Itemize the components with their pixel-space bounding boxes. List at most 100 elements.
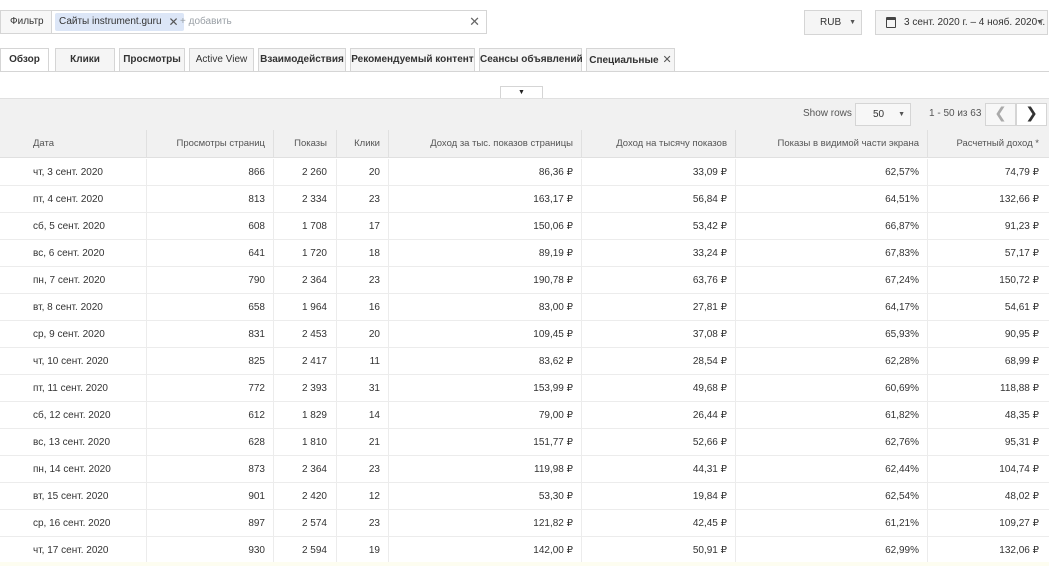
currency-value: RUB — [820, 17, 842, 28]
cell-page-rpm: 109,45 ₽ — [533, 329, 573, 340]
filter-input-box[interactable]: Сайты instrument.guru ✕ + добавить ✕ — [52, 10, 487, 34]
column-header-impressions[interactable]: Показы — [294, 130, 327, 158]
cell-impressions: 1 708 — [301, 221, 327, 232]
cell-date: вт, 15 сент. 2020 — [33, 491, 109, 502]
column-divider — [927, 321, 928, 348]
column-header-page-rpm[interactable]: Доход за тыс. показов страницы — [430, 130, 573, 158]
cell-page-rpm: 83,62 ₽ — [538, 356, 573, 367]
column-divider — [581, 348, 582, 375]
cell-date: пт, 11 сент. 2020 — [33, 383, 108, 394]
column-divider — [735, 159, 736, 186]
show-rows-label: Show rows — [803, 108, 852, 119]
prev-page-button[interactable]: ❮ — [985, 103, 1016, 126]
tab-views[interactable]: Просмотры — [119, 48, 185, 72]
cell-impressions: 2 364 — [301, 464, 327, 475]
column-header-impression-rpm[interactable]: Доход на тысячу показов — [616, 130, 727, 158]
chevron-down-icon: ▼ — [898, 111, 905, 118]
column-divider — [735, 483, 736, 510]
cell-clicks: 31 — [368, 383, 380, 394]
cell-impression-rpm: 52,66 ₽ — [692, 437, 727, 448]
column-divider — [581, 456, 582, 483]
tab-clicks[interactable]: Клики — [55, 48, 115, 72]
column-divider — [735, 456, 736, 483]
column-divider — [336, 213, 337, 240]
rows-per-page-select[interactable]: 50 ▼ — [855, 103, 911, 126]
cell-clicks: 23 — [368, 518, 380, 529]
column-divider — [146, 294, 147, 321]
cell-page-rpm: 86,36 ₽ — [538, 167, 573, 178]
cell-page-rpm: 190,78 ₽ — [533, 275, 573, 286]
filter-chip-label: Сайты instrument.guru — [59, 16, 162, 27]
tab-recommended-content[interactable]: Рекомендуемый контент — [350, 48, 475, 72]
column-divider — [336, 375, 337, 402]
cell-impression-rpm: 27,81 ₽ — [692, 302, 727, 313]
cell-viewability: 61,82% — [885, 410, 919, 421]
cell-impressions: 1 810 — [301, 437, 327, 448]
column-divider — [273, 348, 274, 375]
column-divider — [735, 186, 736, 213]
column-header-estimated-earnings[interactable]: Расчетный доход * — [956, 130, 1039, 158]
tab-interactions[interactable]: Взаимодействия — [258, 48, 346, 72]
cell-page-views: 772 — [248, 383, 265, 394]
column-divider — [927, 375, 928, 402]
column-divider — [336, 321, 337, 348]
column-divider — [735, 267, 736, 294]
column-divider — [273, 402, 274, 429]
cell-impressions: 2 334 — [301, 194, 327, 205]
cell-clicks: 12 — [368, 491, 380, 502]
cell-impression-rpm: 63,76 ₽ — [692, 275, 727, 286]
cell-estimated-earnings: 132,66 ₽ — [999, 194, 1039, 205]
cell-date: чт, 17 сент. 2020 — [33, 545, 109, 556]
cell-page-rpm: 153,99 ₽ — [533, 383, 573, 394]
close-icon[interactable]: ✕ — [168, 13, 178, 31]
column-divider — [735, 537, 736, 564]
cell-page-views: 612 — [248, 410, 265, 421]
column-header-viewability[interactable]: Показы в видимой части экрана — [777, 130, 919, 158]
cell-estimated-earnings: 118,88 ₽ — [1000, 383, 1039, 394]
date-range-picker[interactable]: 3 сент. 2020 г. – 4 нояб. 2020 г. ▼ — [875, 10, 1048, 35]
column-divider — [927, 294, 928, 321]
column-divider — [146, 321, 147, 348]
cell-page-rpm: 150,06 ₽ — [533, 221, 573, 232]
column-divider — [146, 267, 147, 294]
close-icon[interactable]: ✕ — [663, 54, 672, 66]
cell-page-views: 930 — [248, 545, 265, 556]
table-row: ср, 9 сент. 2020 831 2 453 20 109,45 ₽ 37,08 … — [0, 321, 1049, 348]
column-divider — [336, 130, 337, 158]
column-divider — [273, 213, 274, 240]
column-divider — [388, 186, 389, 213]
cell-impressions: 2 594 — [301, 545, 327, 556]
cell-page-rpm: 119,98 ₽ — [534, 464, 573, 475]
cell-impressions: 2 417 — [301, 356, 327, 367]
column-divider — [336, 537, 337, 564]
currency-select[interactable]: RUB ▼ — [804, 10, 862, 35]
tab-custom[interactable]: Специальные ✕ — [586, 48, 675, 72]
tab-ad-sessions[interactable]: Сеансы объявлений — [479, 48, 583, 72]
cell-impressions: 1 720 — [301, 248, 327, 259]
column-divider — [146, 130, 147, 158]
cell-page-rpm: 151,77 ₽ — [533, 437, 573, 448]
filter-chip-sites[interactable]: Сайты instrument.guru ✕ — [55, 13, 184, 31]
cell-viewability: 64,17% — [885, 302, 919, 313]
tab-active-view[interactable]: Active View — [189, 48, 254, 72]
cell-impression-rpm: 33,09 ₽ — [692, 167, 727, 178]
cell-estimated-earnings: 54,61 ₽ — [1004, 302, 1039, 313]
column-header-clicks[interactable]: Клики — [354, 130, 380, 158]
column-divider — [735, 130, 736, 158]
cell-date: чт, 10 сент. 2020 — [33, 356, 109, 367]
tab-overview[interactable]: Обзор — [0, 48, 49, 72]
cell-page-views: 831 — [248, 329, 265, 340]
next-page-button[interactable]: ❯ — [1016, 103, 1047, 126]
clear-filters-icon[interactable]: ✕ — [469, 11, 480, 33]
column-header-date[interactable]: Дата — [33, 130, 54, 158]
column-divider — [927, 130, 928, 158]
cell-clicks: 20 — [368, 329, 380, 340]
add-filter-input[interactable]: + добавить — [180, 11, 232, 33]
column-header-page-views[interactable]: Просмотры страниц — [176, 130, 265, 158]
filter-button[interactable]: Фильтр — [0, 10, 52, 34]
column-divider — [336, 429, 337, 456]
column-divider — [146, 213, 147, 240]
column-divider — [735, 375, 736, 402]
column-divider — [336, 456, 337, 483]
cell-impression-rpm: 37,08 ₽ — [692, 329, 727, 340]
